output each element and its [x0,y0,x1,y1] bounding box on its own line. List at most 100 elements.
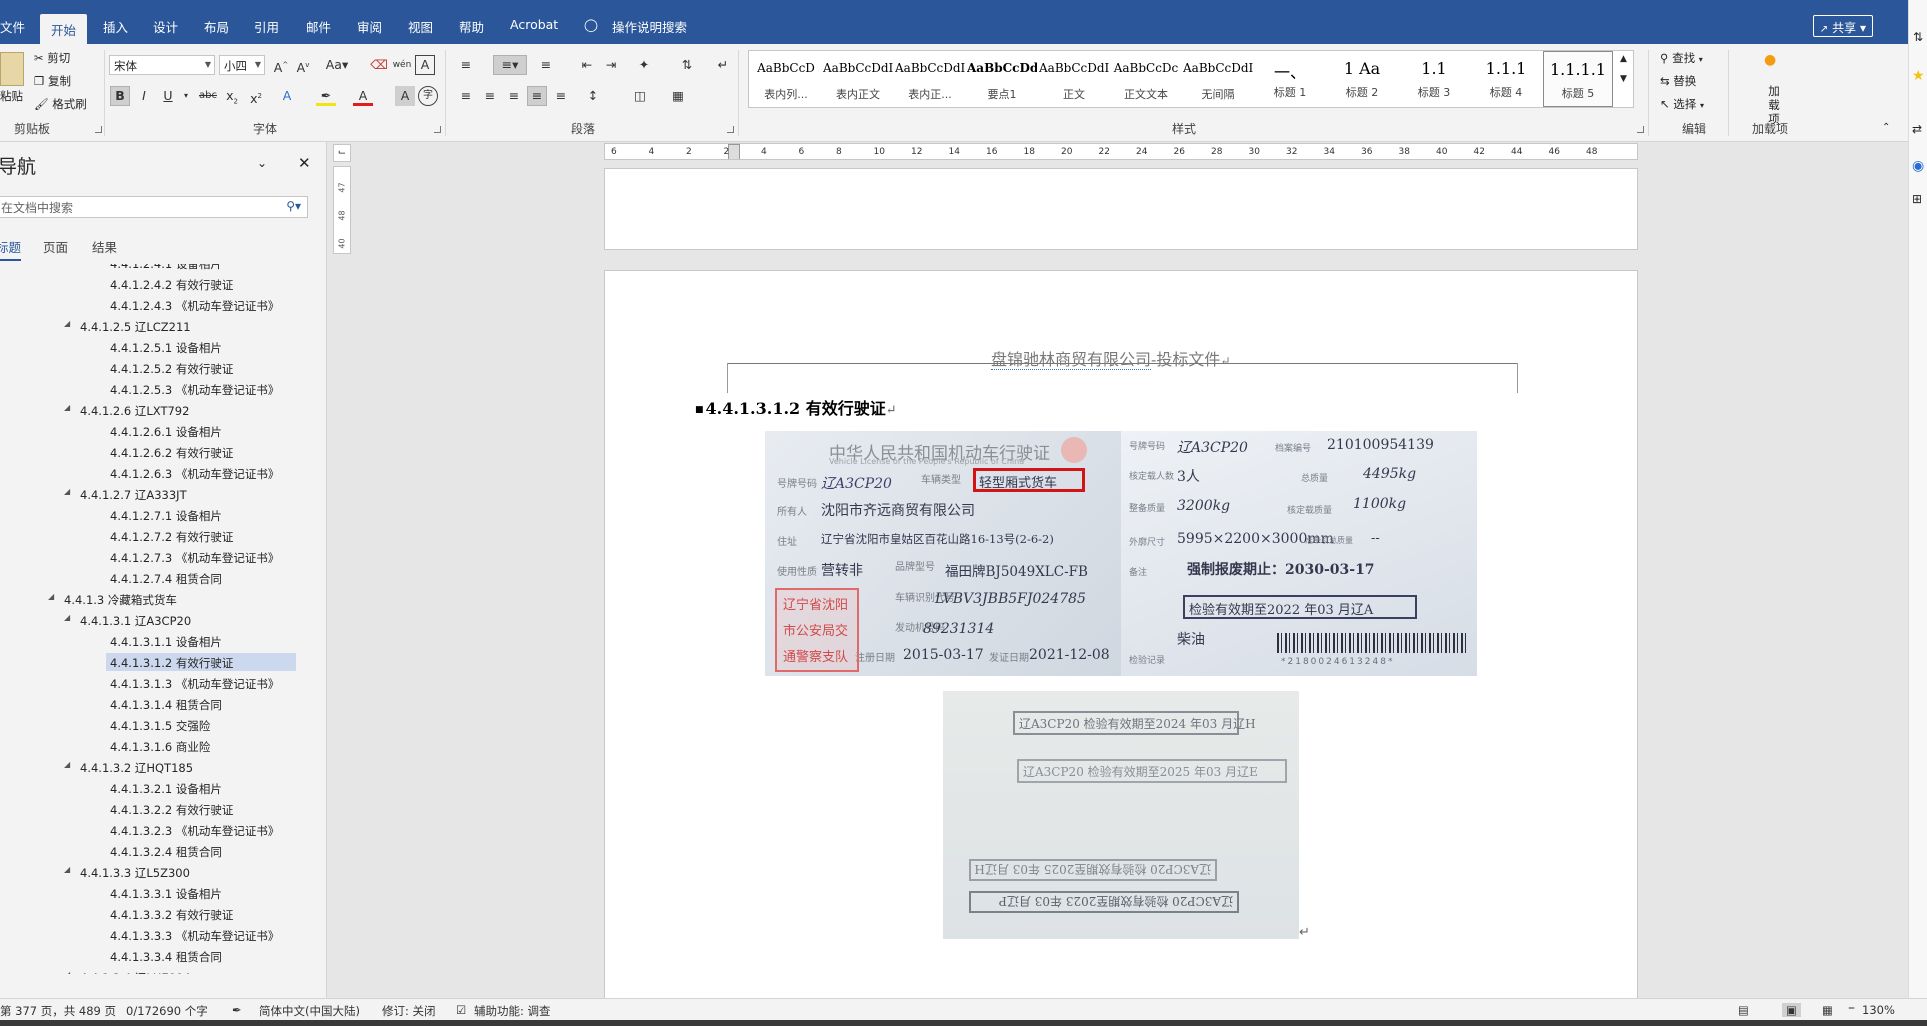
page-count[interactable]: 第 377 页，共 489 页 [0,1003,116,1019]
tab-design[interactable]: 设计 [153,17,178,36]
nav-heading-item[interactable]: 4.4.1.2.7.4 租赁合同 [0,569,312,587]
star-icon[interactable]: ★ [1912,68,1925,84]
nav-heading-item[interactable]: ◢ 4.4.1.2.7 辽A333JT [0,485,312,503]
nav-heading-item[interactable]: ◢ 4.4.1.3.4 辽LHE004 [0,968,312,974]
addins-icon[interactable]: ● [1764,52,1776,68]
read-mode-icon[interactable]: ▤ [1738,1003,1749,1017]
style-gallery-item[interactable]: 1 Aa 标题 2 [1327,51,1397,107]
nav-heading-item[interactable]: 4.4.1.2.5.2 有效行驶证 [0,359,312,377]
nav-heading-item[interactable]: 4.4.1.3.1.2 有效行驶证 [106,653,296,671]
add-icon[interactable]: ⊞ [1912,192,1922,206]
nav-heading-item[interactable]: 4.4.1.2.6.3 《机动车登记证书》 [0,464,312,482]
nav-heading-item[interactable]: 4.4.1.3.1.1 设备相片 [0,632,312,650]
collapse-triangle-icon[interactable]: ◢ [64,403,70,412]
collapse-triangle-icon[interactable]: ◢ [64,865,70,874]
enclose-char-icon[interactable]: 字 [418,86,438,106]
tab-layout[interactable]: 布局 [204,17,229,36]
justify-icon[interactable]: ≡ [527,86,547,106]
share-button[interactable]: ↗ 共享 ▾ [1812,15,1873,37]
nav-heading-item[interactable]: 4.4.1.3.3.1 设备相片 [0,884,312,902]
chevron-down-icon[interactable]: ⌄ [257,156,267,170]
tab-insert[interactable]: 插入 [103,17,128,36]
nav-heading-item[interactable]: ◢ 4.4.1.2.6 辽LXT792 [0,401,312,419]
bold-button[interactable]: B [110,86,130,106]
font-size-box[interactable]: 小四 ▼ [219,55,265,75]
char-shading-icon[interactable]: A [395,86,415,106]
select-button[interactable]: ↖ 选择 ▾ [1660,96,1704,112]
paste-button[interactable]: 粘贴 [0,88,23,104]
paste-icon[interactable] [0,52,24,86]
replace-button[interactable]: ⇆ 替换 [1660,73,1696,89]
nav-heading-item[interactable]: 4.4.1.3.1.5 交强险 [0,716,312,734]
style-gallery-item[interactable]: AaBbCcD 表内列... [751,51,821,107]
text-effects-icon[interactable]: A [277,86,297,106]
nav-search-input[interactable]: 在文档中搜索 ⚲▾ [0,196,308,218]
tab-home[interactable]: 开始 [40,14,88,44]
collapse-triangle-icon[interactable]: ◢ [48,592,54,601]
inspection-stamps-image[interactable]: 辽A3CP20 检验有效期至2024 年03 月辽H 辽A3CP20 检验有效期… [943,691,1299,939]
word-count[interactable]: 0/172690 个字 [126,1003,208,1019]
bullets-icon[interactable]: ≡ [456,55,476,75]
nav-heading-item[interactable]: 4.4.1.2.6.2 有效行驶证 [0,443,312,461]
tell-me-search[interactable]: 操作说明搜索 [612,17,687,36]
change-case-icon[interactable]: Aa▾ [322,55,352,75]
style-gallery-item[interactable]: AaBbCcDd 要点1 [967,51,1037,107]
align-left-icon[interactable]: ≡ [456,86,476,106]
chevron-down-icon[interactable]: ▼ [205,60,211,69]
shrink-font-icon[interactable]: Av [293,55,313,75]
swap-icon[interactable]: ⇄ [1912,122,1922,136]
tab-references[interactable]: 引用 [254,17,279,36]
highlight-icon[interactable]: ✒ [316,86,336,106]
asian-layout-icon[interactable]: ✦ [634,55,654,75]
sort-icon[interactable]: ⇅ [677,55,697,75]
nav-heading-item[interactable]: ◢ 4.4.1.3.1 辽A3CP20 [0,611,312,629]
nav-heading-item[interactable]: 4.4.1.3.2.3 《机动车登记证书》 [0,821,312,839]
font-launcher-icon[interactable] [434,126,441,133]
language-status[interactable]: 简体中文(中国大陆) [259,1003,360,1019]
tab-mailings[interactable]: 邮件 [306,17,331,36]
line-spacing-icon[interactable]: ↕ [583,86,603,106]
nav-heading-item[interactable]: 4.4.1.2.7.3 《机动车登记证书》 [0,548,312,566]
phonetic-guide-icon[interactable]: wén [392,55,412,75]
italic-button[interactable]: I [134,86,154,106]
horizontal-ruler[interactable]: 6 4 2 2 4 6 8 10 12 14 16 18 20 22 24 26 28 30 32 34 36 38 40 4… [604,143,1638,160]
collapse-triangle-icon[interactable]: ◢ [64,760,70,769]
vertical-ruler[interactable]: 40 48 47 [333,166,351,254]
increase-indent-icon[interactable]: ⇥ [601,55,621,75]
styles-launcher-icon[interactable] [1637,126,1644,133]
collapse-triangle-icon[interactable]: ◢ [64,319,70,328]
char-border-icon[interactable]: A [415,55,435,75]
style-gallery-item[interactable]: AaBbCcDdI 表内正文 [823,51,893,107]
close-icon[interactable]: ✕ [298,154,311,172]
tab-help[interactable]: 帮助 [459,17,484,36]
nav-heading-item[interactable]: ◢ 4.4.1.3.2 辽HQT185 [0,758,312,776]
nav-heading-item[interactable]: 4.4.1.3.1.4 租赁合同 [0,695,312,713]
nav-heading-item[interactable]: 4.4.1.2.4.1 设备相片 [0,264,312,272]
nav-heading-item[interactable]: 4.4.1.2.4.2 有效行驶证 [0,275,312,293]
shading-icon[interactable]: ◫ [630,86,650,106]
align-right-icon[interactable]: ≡ [504,86,524,106]
cut-button[interactable]: ✂ 剪切 [34,50,70,66]
gallery-scroll-down-icon[interactable]: ▼ [1620,74,1627,84]
license-front-image[interactable]: 中华人民共和国机动车行驶证 Vehicle License of the Peo… [765,431,1121,676]
nav-heading-item[interactable]: 4.4.1.3.2.2 有效行驶证 [0,800,312,818]
style-gallery-item[interactable]: AaBbCcDdI 表内正... [895,51,965,107]
nav-heading-item[interactable]: 4.4.1.2.4.3 《机动车登记证书》 [0,296,312,314]
qq-icon[interactable]: ◉ [1912,158,1924,174]
copy-button[interactable]: ❐ 复制 [34,73,71,89]
nav-tab-pages[interactable]: 页面 [43,237,68,256]
show-marks-icon[interactable]: ↵ [713,55,733,75]
nav-heading-item[interactable]: 4.4.1.3.3.3 《机动车登记证书》 [0,926,312,944]
nav-heading-item[interactable]: 4.4.1.3.3.2 有效行驶证 [0,905,312,923]
font-color-icon[interactable]: A [353,86,373,106]
nav-heading-item[interactable]: 4.4.1.3.1.3 《机动车登记证书》 [0,674,312,692]
accessibility-status[interactable]: 辅助功能: 调查 [474,1003,551,1019]
collapse-triangle-icon[interactable]: ◢ [64,487,70,496]
nav-heading-item[interactable]: 4.4.1.3.2.4 租赁合同 [0,842,312,860]
nav-heading-item[interactable]: 4.4.1.2.7.1 设备相片 [0,506,312,524]
style-gallery-item[interactable]: AaBbCcDdI 无间隔 [1183,51,1253,107]
document-page[interactable]: 盘锦驰林商贸有限公司-投标文件↵ ■ 4.4.1.3.1.2 有效行驶证↵ 中华人… [604,270,1638,1000]
track-changes-status[interactable]: 修订: 关闭 [382,1003,436,1019]
indent-marker-icon[interactable] [728,144,740,159]
nav-heading-item[interactable]: 4.4.1.3.1.6 商业险 [0,737,312,755]
